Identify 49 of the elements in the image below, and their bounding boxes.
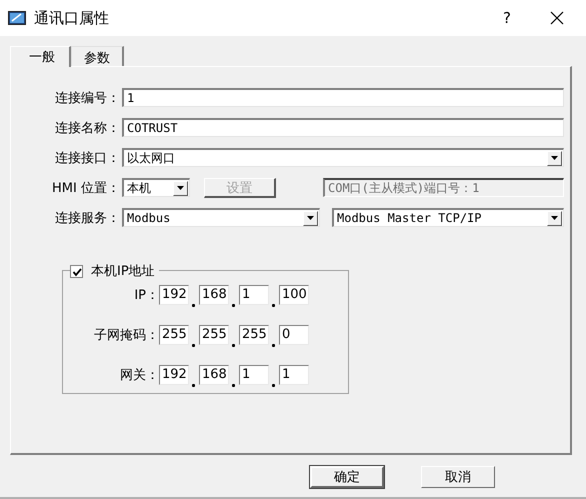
dot-separator (192, 304, 195, 307)
field-label: 连接编号： (54, 90, 120, 106)
caret-icon (177, 186, 184, 190)
help-button[interactable]: ? (500, 9, 514, 27)
field-label: 连接接口： (54, 150, 120, 166)
dropdown[interactable]: Modbus Master TCP/IP (332, 208, 564, 227)
octet-field[interactable]: 100 (279, 285, 309, 305)
dot-separator (272, 384, 275, 387)
octet-field[interactable]: 255 (159, 325, 189, 345)
dialog-button[interactable]: 取消 (421, 466, 495, 488)
text-field[interactable]: COTRUST (122, 118, 564, 137)
dot-separator (192, 344, 195, 347)
monitor-icon (8, 11, 26, 25)
octet-field[interactable]: 168 (199, 365, 229, 385)
octet-field[interactable]: 255 (199, 325, 229, 345)
octet-field[interactable]: 0 (279, 325, 309, 345)
octet-field[interactable]: 192 (159, 285, 189, 305)
tab[interactable]: 参数 (71, 46, 124, 66)
tab[interactable]: 一般 (10, 46, 71, 67)
octet-field[interactable]: 1 (239, 365, 269, 385)
dot-separator (232, 344, 235, 347)
caret-icon (307, 216, 314, 220)
dot-separator (272, 344, 275, 347)
octet-field[interactable]: 168 (199, 285, 229, 305)
checkbox[interactable] (70, 264, 83, 278)
field-label: 连接服务： (54, 210, 120, 226)
checkbox-label: 本机IP地址 (91, 263, 155, 280)
field-label: 连接名称： (54, 120, 120, 136)
text-field[interactable]: 1 (122, 88, 564, 107)
dot-separator (192, 384, 195, 387)
close-icon[interactable] (550, 11, 564, 25)
octet-field[interactable]: 1 (279, 365, 309, 385)
caret-icon (551, 216, 558, 220)
dot-separator (232, 384, 235, 387)
field-label: 网关： (119, 367, 159, 384)
field-label: HMI 位置： (51, 180, 120, 196)
field-label: IP： (133, 287, 159, 304)
dot-separator (272, 304, 275, 307)
octet-field[interactable]: 255 (239, 325, 269, 345)
octet-field[interactable]: 1 (239, 285, 269, 305)
octet-field[interactable]: 192 (159, 365, 189, 385)
field-label: 子网掩码： (93, 327, 159, 344)
dropdown[interactable]: Modbus (122, 208, 320, 227)
dialog-button[interactable]: 确定 (310, 466, 384, 488)
window-title: 通讯口属性 (34, 8, 110, 28)
dropdown[interactable]: 以太网口 (122, 148, 564, 167)
dropdown[interactable]: 本机 (122, 178, 190, 197)
dot-separator (232, 304, 235, 307)
caret-icon (551, 156, 558, 160)
